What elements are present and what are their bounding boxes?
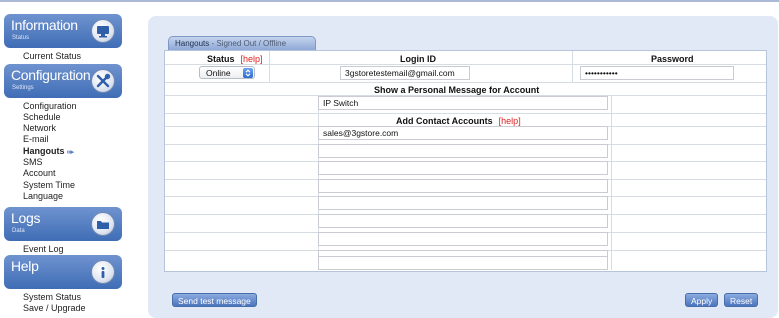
personal-message-input[interactable] [318, 96, 608, 110]
contact-input-1[interactable] [318, 126, 608, 140]
row-divider [165, 82, 766, 83]
monitor-icon [91, 19, 115, 43]
sidebar-item-configuration[interactable]: Configuration [23, 101, 77, 111]
status-select-value: Online [206, 68, 231, 78]
sidebar-item-save-upgrade[interactable]: Save / Upgrade [23, 303, 86, 313]
section-title: Help [11, 258, 39, 274]
contact-input-4[interactable] [318, 179, 608, 193]
sidebar-item-sms[interactable]: SMS [23, 157, 43, 167]
sidebar-item-event-log[interactable]: Event Log [23, 244, 64, 254]
sidebar-section-configuration[interactable]: Configuration Settings [4, 64, 122, 98]
password-input[interactable] [580, 66, 734, 80]
tab-status-text: - Signed Out / Offline [209, 39, 287, 48]
contacts-help-link[interactable]: [help] [499, 116, 521, 126]
section-subtitle: Status [12, 35, 30, 41]
contacts-header: Add Contact Accounts [help] [396, 116, 521, 126]
column-divider [269, 51, 270, 82]
column-divider [611, 95, 612, 270]
tab-title: Hangouts [175, 39, 210, 48]
sidebar-item-schedule[interactable]: Schedule [23, 112, 61, 122]
row-divider [165, 113, 766, 114]
status-select[interactable]: Online [199, 66, 255, 79]
sidebar-item-network[interactable]: Network [23, 123, 56, 133]
contact-input-9[interactable] [318, 256, 608, 270]
active-marker-icon: »▸ [66, 149, 74, 156]
sidebar-item-system-status[interactable]: System Status [23, 292, 81, 302]
sidebar-item-current-status[interactable]: Current Status [23, 51, 81, 61]
column-divider [572, 51, 573, 82]
apply-button[interactable]: Apply [685, 293, 719, 307]
status-header: Status [help] [207, 54, 263, 64]
folder-icon [91, 212, 115, 236]
info-icon [91, 260, 115, 284]
sidebar-item-email[interactable]: E-mail [23, 134, 49, 144]
contact-input-2[interactable] [318, 144, 608, 158]
contacts-header-label: Add Contact Accounts [396, 116, 493, 126]
sidebar-section-information[interactable]: Information Status [4, 14, 122, 48]
reset-button[interactable]: Reset [724, 293, 759, 307]
status-header-label: Status [207, 54, 235, 64]
send-test-message-button[interactable]: Send test message [172, 293, 257, 307]
sidebar-item-account[interactable]: Account [23, 168, 56, 178]
sidebar-item-system-time[interactable]: System Time [23, 180, 75, 190]
section-subtitle: Settings [12, 85, 34, 91]
top-divider [0, 0, 779, 2]
contact-input-3[interactable] [318, 161, 608, 175]
row-divider [165, 64, 766, 65]
login-id-header: Login ID [400, 54, 436, 64]
section-title: Configuration [11, 67, 91, 83]
tab-hangouts[interactable]: Hangouts - Signed Out / Offline [168, 36, 316, 50]
tools-icon [91, 69, 115, 93]
select-stepper-icon [243, 68, 253, 78]
contact-input-5[interactable] [318, 196, 608, 210]
sidebar-section-help[interactable]: Help [4, 255, 122, 289]
contact-input-7[interactable] [318, 232, 608, 246]
sidebar-item-label: Hangouts [23, 146, 65, 156]
section-title: Logs [11, 210, 41, 226]
login-id-input[interactable] [340, 66, 470, 80]
sidebar-section-logs[interactable]: Logs Data [4, 207, 122, 241]
personal-message-header: Show a Personal Message for Account [374, 85, 540, 95]
section-subtitle: Data [12, 228, 25, 234]
sidebar-item-hangouts[interactable]: Hangouts »▸ [23, 146, 74, 156]
section-title: Information [11, 17, 78, 33]
sidebar-item-language[interactable]: Language [23, 191, 63, 201]
contact-input-6[interactable] [318, 214, 608, 228]
password-header: Password [651, 54, 694, 64]
status-help-link[interactable]: [help] [241, 54, 263, 64]
